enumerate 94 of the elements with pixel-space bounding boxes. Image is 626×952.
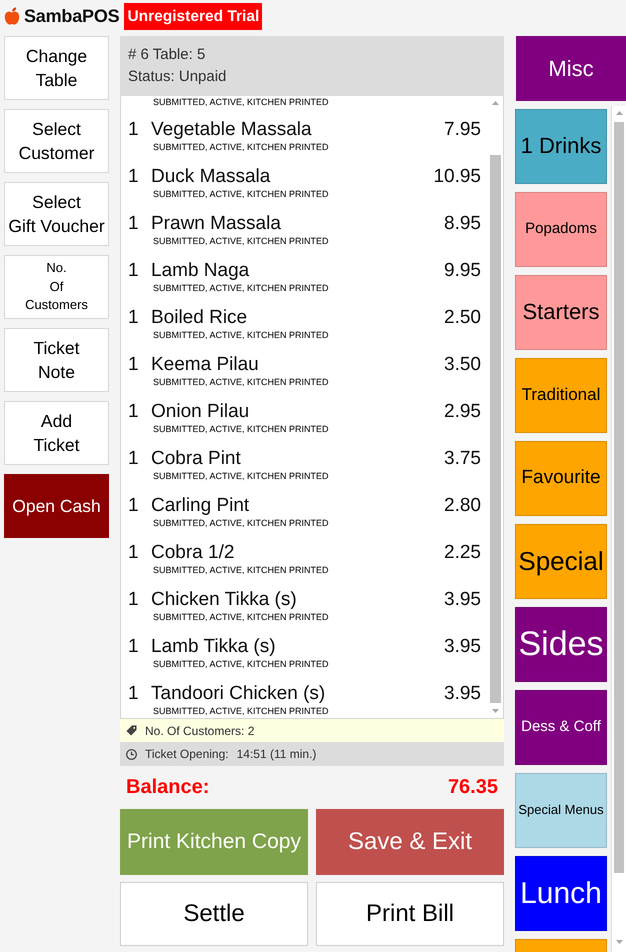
order-quantity: 1 <box>128 447 140 471</box>
scroll-up-icon[interactable] <box>616 111 622 115</box>
order-item-name: Prawn Massala <box>151 213 281 234</box>
order-quantity: 1 <box>128 588 140 612</box>
order-price: 3.75 <box>444 447 481 471</box>
order-status: SUBMITTED, ACTIVE, KITCHEN PRINTED <box>153 377 329 388</box>
ticket-number: # 6 Table: 5 <box>128 45 206 65</box>
action-button[interactable]: Ticket Note <box>4 328 109 392</box>
ticket-action-button[interactable]: Settle <box>120 882 308 946</box>
order-price: 3.95 <box>444 635 481 659</box>
order-status: SUBMITTED, ACTIVE, KITCHEN PRINTED <box>153 236 329 247</box>
order-price: 7.95 <box>444 118 481 142</box>
order-quantity: 1 <box>128 306 140 330</box>
order-status: SUBMITTED, ACTIVE, KITCHEN PRINTED <box>153 189 329 200</box>
order-quantity: 1 <box>128 118 140 142</box>
order-status: SUBMITTED, ACTIVE, KITCHEN PRINTED <box>153 471 329 482</box>
category-button[interactable]: 1 Drinks <box>515 109 607 184</box>
order-quantity: 1 <box>128 400 140 424</box>
order-price: 3.95 <box>444 588 481 612</box>
order-price: 2.95 <box>444 400 481 424</box>
action-button[interactable]: Add Ticket <box>4 401 109 465</box>
category-button[interactable]: Popadoms <box>515 192 607 267</box>
order-quantity: 1 <box>128 494 140 518</box>
order-item-name: Lamb Naga <box>151 260 250 281</box>
order-status: SUBMITTED, ACTIVE, KITCHEN PRINTED <box>153 659 329 670</box>
customer-count-text: No. Of Customers: 2 <box>145 724 254 738</box>
order-item-name: Lamb Tikka (s) <box>151 636 276 657</box>
scroll-up-icon[interactable] <box>492 101 499 105</box>
balance-label: Balance: <box>126 776 210 799</box>
order-status: SUBMITTED, ACTIVE, KITCHEN PRINTED <box>153 518 329 529</box>
order-status: SUBMITTED, ACTIVE, KITCHEN PRINTED <box>153 142 329 153</box>
ticket-action-button[interactable]: Save & Exit <box>316 809 504 875</box>
order-quantity: 1 <box>128 635 140 659</box>
order-price: 3.95 <box>444 682 481 706</box>
action-button[interactable]: Select Customer <box>4 109 109 173</box>
action-button[interactable]: Change Table <box>4 36 109 100</box>
order-quantity: 1 <box>128 353 140 377</box>
order-status: SUBMITTED, ACTIVE, KITCHEN PRINTED <box>153 706 329 717</box>
category-button[interactable]: Traditional <box>515 358 607 433</box>
scrollbar-thumb[interactable] <box>490 155 501 703</box>
order-quantity: 1 <box>128 212 140 236</box>
action-button[interactable]: Select Gift Voucher <box>4 182 109 246</box>
app-name: SambaPOS <box>24 6 120 26</box>
order-quantity: 1 <box>128 165 140 189</box>
balance-amount: 76.35 <box>448 776 498 799</box>
order-item-name: Carling Pint <box>151 495 250 516</box>
order-quantity: 1 <box>128 682 140 706</box>
order-status: SUBMITTED, ACTIVE, KITCHEN PRINTED <box>153 612 329 623</box>
order-price: 10.95 <box>433 165 481 189</box>
ticket-opening-time: 14:51 (11 min.) <box>236 747 316 761</box>
category-button[interactable]: Lunch <box>515 856 607 931</box>
order-price: 8.95 <box>444 212 481 236</box>
ticket-opening-label: Ticket Opening: <box>145 747 229 761</box>
order-item-name: Duck Massala <box>151 166 270 187</box>
order-status: SUBMITTED, ACTIVE, KITCHEN PRINTED <box>153 283 329 294</box>
order-price: 2.25 <box>444 541 481 565</box>
order-quantity: 1 <box>128 259 140 283</box>
order-item-name: Keema Pilau <box>151 354 259 375</box>
category-button[interactable]: Favourite <box>515 441 607 516</box>
category-button[interactable]: Starters <box>515 275 607 350</box>
scrollbar-thumb[interactable] <box>614 122 624 873</box>
apple-logo-icon <box>4 7 20 25</box>
order-price: 2.50 <box>444 306 481 330</box>
category-button[interactable]: Special <box>515 524 607 599</box>
category-button[interactable]: Dess & Coff <box>515 690 607 765</box>
scroll-down-icon[interactable] <box>616 940 622 944</box>
scroll-down-icon[interactable] <box>492 709 499 713</box>
clock-icon <box>126 748 137 760</box>
order-item-name: Tandoori Chicken (s) <box>151 683 326 704</box>
order-item-name: Onion Pilau <box>151 401 250 422</box>
category-button[interactable]: Sides <box>515 607 607 682</box>
order-quantity: 1 <box>128 541 140 565</box>
category-button[interactable] <box>515 939 607 952</box>
order-status: SUBMITTED, ACTIVE, KITCHEN PRINTED <box>153 330 329 341</box>
category-button[interactable]: Special Menus <box>515 773 607 848</box>
order-item-name: Vegetable Massala <box>151 119 312 140</box>
order-price: 3.50 <box>444 353 481 377</box>
order-status: SUBMITTED, ACTIVE, KITCHEN PRINTED <box>153 424 329 435</box>
order-item-name: Boiled Rice <box>151 307 248 328</box>
action-button[interactable]: No. Of Customers <box>4 255 109 319</box>
trial-badge: Unregistered Trial <box>124 2 262 30</box>
scrollbar-track[interactable] <box>611 106 626 952</box>
order-item-name: Cobra Pint <box>151 448 241 469</box>
order-price: 2.80 <box>444 494 481 518</box>
open-cash-button[interactable]: Open Cash <box>4 474 109 538</box>
category-button[interactable]: Misc <box>516 36 626 101</box>
ticket-status: Status: Unpaid <box>128 67 226 87</box>
order-item-name: Chicken Tikka (s) <box>151 589 297 610</box>
order-status: SUBMITTED, ACTIVE, KITCHEN PRINTED <box>153 96 329 108</box>
order-price: 9.95 <box>444 259 481 283</box>
tag-icon <box>126 725 137 736</box>
ticket-action-button[interactable]: Print Bill <box>316 882 504 946</box>
order-status: SUBMITTED, ACTIVE, KITCHEN PRINTED <box>153 565 329 576</box>
order-item-name: Cobra 1/2 <box>151 542 234 563</box>
